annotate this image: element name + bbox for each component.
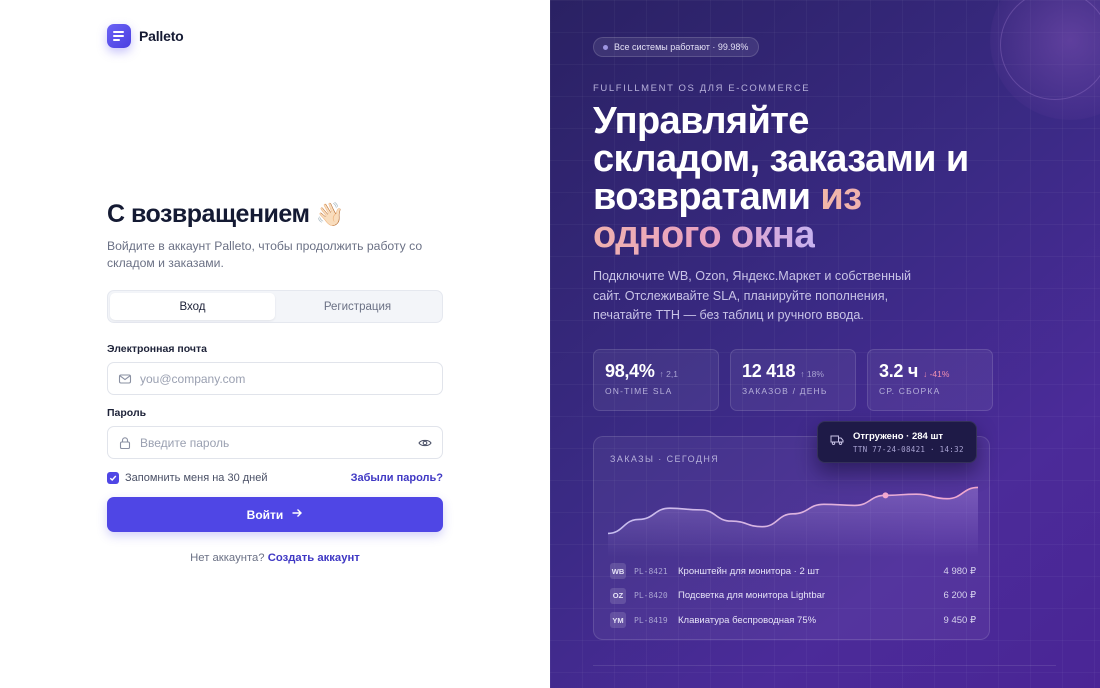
login-form: С возвращением 👋🏻 Войдите в аккаунт Pall… <box>107 200 443 564</box>
email-label: Электронная почта <box>107 343 207 355</box>
orders-list: WB PL-8421 Кронштейн для монитора · 2 шт 4 … <box>610 559 976 633</box>
stat-label: ON-TIME SLA <box>605 386 673 396</box>
orders-trend-chart <box>608 486 978 557</box>
channel-badge: OZ <box>610 587 626 604</box>
stat-label: СР. СБОРКА <box>879 386 941 396</box>
tab-login[interactable]: Вход <box>110 293 275 320</box>
password-input[interactable] <box>140 435 410 450</box>
order-name: Кронштейн для монитора · 2 шт <box>678 565 820 577</box>
order-code: PL-8420 <box>634 591 668 601</box>
toast-meta: TTN 77-24-08421 · 14:32 <box>853 444 964 454</box>
auth-tabs: Вход Регистрация <box>107 290 443 323</box>
orders-card-title: ЗАКАЗЫ · СЕГОДНЯ <box>610 454 720 464</box>
eye-icon[interactable] <box>418 436 432 450</box>
brand-name: Palleto <box>139 28 184 44</box>
status-text: Все системы работают · 99.98% <box>614 42 749 52</box>
headline-plain: Управляйте складом, заказами и возвратам… <box>593 100 969 218</box>
signup-row: Нет аккаунта? Создать аккаунт <box>107 552 443 564</box>
stat-label: ЗАКАЗОВ / ДЕНЬ <box>742 386 828 396</box>
brand[interactable]: Palleto <box>107 24 184 48</box>
stats-row: 98,4% ↑ 2,1 ON-TIME SLA 12 418 ↑ 18% ЗАКАЗ… <box>593 349 993 411</box>
stat-card-sla: 98,4% ↑ 2,1 ON-TIME SLA <box>593 349 719 411</box>
section-divider <box>593 665 1056 666</box>
tab-register[interactable]: Регистрация <box>275 293 440 320</box>
status-dot-icon <box>603 44 608 50</box>
wave-icon: 👋🏻 <box>315 201 345 227</box>
checkbox-check-icon[interactable] <box>107 472 119 484</box>
email-field[interactable] <box>107 362 443 395</box>
password-field[interactable] <box>107 426 443 459</box>
logo-icon <box>107 24 131 48</box>
forgot-password-link[interactable]: Забыли пароль? <box>351 472 443 484</box>
email-input[interactable] <box>140 371 432 386</box>
toast-title: Отгружено · 284 шт <box>853 430 944 442</box>
order-row[interactable]: YM PL-8419 Клавиатура беспроводная 75% 9 45… <box>610 608 976 633</box>
password-label: Пароль <box>107 407 147 419</box>
stat-value: 12 418 <box>742 361 796 381</box>
page-subtitle: Войдите в аккаунт Palleto, чтобы продолж… <box>107 239 423 270</box>
order-price: 6 200 ₽ <box>943 590 976 602</box>
stat-delta: ↑ 18% <box>800 369 824 379</box>
order-name: Подсветка для монитора Lightbar <box>678 590 826 602</box>
order-code: PL-8419 <box>634 615 668 625</box>
order-price: 9 450 ₽ <box>943 614 976 626</box>
stat-delta: ↓ -41% <box>922 369 950 379</box>
shipment-toast: Отгружено · 284 шт TTN 77-24-08421 · 14:… <box>817 421 977 463</box>
stat-value: 98,4% <box>605 361 655 381</box>
page-title-text: С возвращением <box>107 200 310 228</box>
stat-value: 3.2 ч <box>879 361 918 381</box>
channel-badge: WB <box>610 563 626 580</box>
order-row[interactable]: OZ PL-8420 Подсветка для монитора Lightbar… <box>610 584 976 609</box>
stat-delta: ↑ 2,1 <box>659 369 678 379</box>
arrow-right-icon <box>291 507 303 522</box>
trend-area <box>608 487 978 557</box>
trend-point <box>882 492 889 499</box>
hero-lead: Подключите WB, Ozon, Яндекс.Маркет и соб… <box>593 269 912 322</box>
page-title: С возвращением 👋🏻 <box>107 200 443 229</box>
hero-headline: Управляйте складом, заказами и возвратам… <box>593 102 973 254</box>
login-button-label: Войти <box>246 507 284 522</box>
login-panel: Palleto С возвращением 👋🏻 Войдите в акка… <box>0 0 550 688</box>
remember-checkbox[interactable]: Запомнить меня на 30 дней <box>107 472 268 484</box>
lock-icon <box>118 436 132 450</box>
order-row[interactable]: WB PL-8421 Кронштейн для монитора · 2 шт 4 … <box>610 559 976 584</box>
channel-badge: YM <box>610 612 626 629</box>
truck-icon <box>830 433 844 451</box>
order-name: Клавиатура беспроводная 75% <box>678 614 817 626</box>
remember-label: Запомнить меня на 30 дней <box>125 472 268 484</box>
signup-prompt: Нет аккаунта? <box>190 552 265 564</box>
mail-icon <box>118 372 132 386</box>
order-code: PL-8421 <box>634 566 668 576</box>
order-price: 4 980 ₽ <box>943 565 976 577</box>
login-button[interactable]: Войти <box>107 497 443 532</box>
status-pill[interactable]: Все системы работают · 99.98% <box>593 37 760 57</box>
orders-card: ЗАКАЗЫ · СЕГОДНЯ WB PL-8421 Кронштейн для … <box>593 436 990 640</box>
stat-card-orders: 12 418 ↑ 18% ЗАКАЗОВ / ДЕНЬ <box>730 349 856 411</box>
hero-eyebrow: FULFILLMENT OS ДЛЯ E-COMMERCE <box>593 83 811 94</box>
stat-card-assembly: 3.2 ч ↓ -41% СР. СБОРКА <box>867 349 993 411</box>
remember-row: Запомнить меня на 30 дней Забыли пароль? <box>107 472 443 484</box>
create-account-link[interactable]: Создать аккаунт <box>268 552 360 564</box>
